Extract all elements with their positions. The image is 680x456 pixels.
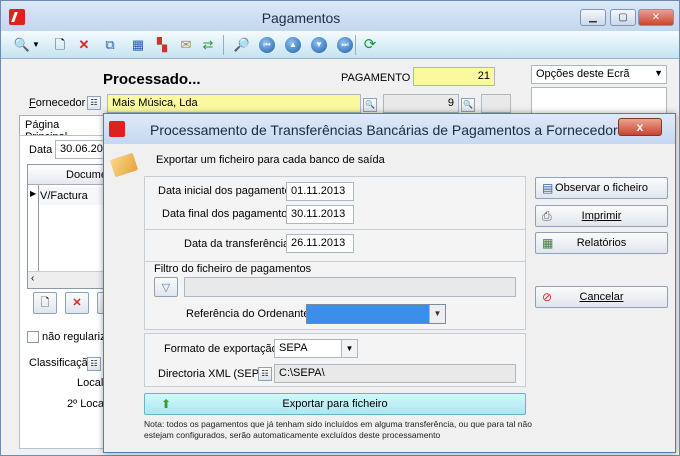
formato-label: Formato de exportação: [164, 343, 278, 355]
next-icon[interactable]: ▼: [311, 37, 327, 53]
dropdown-icon[interactable]: ▼: [31, 36, 41, 54]
add-row-button[interactable]: 🗋: [33, 292, 57, 314]
first-icon[interactable]: ⏮: [259, 37, 275, 53]
fornecedor-search-icon[interactable]: 🔍: [363, 98, 377, 112]
search-icon[interactable]: 🔍: [13, 36, 31, 54]
delete-row-button[interactable]: ✕: [65, 292, 89, 314]
data-label: Data: [29, 144, 53, 156]
dialog-intro: Exportar um ficheiro para cada banco de …: [156, 154, 385, 166]
tab-pagina-principal[interactable]: Página Principal: [19, 115, 109, 143]
maximize-button[interactable]: ▢: [610, 9, 636, 26]
grid-header: Documen: [28, 165, 113, 185]
view-file-icon: ▤: [542, 181, 554, 195]
cancelar-label: Cancelar: [579, 291, 624, 303]
data-inicial-label: Data inicial dos pagamentos: [158, 185, 297, 197]
relatorios-label: Relatórios: [576, 237, 627, 249]
directoria-label: Directoria XML (SEPA): [158, 368, 270, 380]
title-bar: Pagamentos ▁ ▢ ✕: [1, 1, 679, 31]
fornecedor-label: Fornecedor: [29, 97, 86, 109]
extra-number-field: 9: [383, 94, 459, 113]
dialog-title: Processamento de Transferências Bancária…: [150, 122, 633, 138]
documents-grid: Documen ▶ V/Factura ‹: [27, 164, 113, 289]
table-cell: V/Factura: [40, 190, 88, 202]
observar-ficheiro-button[interactable]: ▤ Observar o ficheiro: [535, 177, 668, 199]
window-title: Pagamentos: [261, 10, 341, 26]
table-row[interactable]: V/Factura: [38, 187, 104, 205]
dialog-title-bar: Processamento de Transferências Bancária…: [104, 114, 675, 144]
referencia-select[interactable]: ▼: [306, 304, 446, 324]
classificacao-label: Classificação: [29, 357, 94, 369]
extra-field-2: [481, 94, 511, 113]
toolbar-separator: [223, 35, 224, 55]
chevron-down-icon[interactable]: ▼: [341, 340, 357, 357]
last-icon[interactable]: ⏭: [337, 37, 353, 53]
horizontal-scrollbar[interactable]: ‹: [28, 271, 104, 288]
status-text: Processado...: [103, 71, 201, 88]
chevron-down-icon: ▼: [654, 68, 663, 78]
exportar-button[interactable]: ⬆ Exportar para ficheiro: [144, 393, 526, 415]
row-indicator-icon: ▶: [30, 189, 37, 198]
previous-icon[interactable]: ▲: [285, 37, 301, 53]
scroll-left-icon[interactable]: ‹: [31, 273, 34, 284]
fornecedor-field[interactable]: Mais Música, Lda: [107, 94, 361, 113]
tree-icon[interactable]: ▚: [153, 36, 171, 54]
chevron-down-icon[interactable]: ▼: [429, 305, 445, 323]
toolbar-separator: [355, 35, 356, 55]
divider: [145, 229, 525, 230]
data-transferencia-field[interactable]: 26.11.2013: [286, 234, 354, 253]
toolbar: 🔍 ▼ 🗋 ✕ ⧉ ▦ ▚ ✉ ⇄ 🔎 ⏮ ▲ ▼ ⏭ ⟳: [1, 31, 679, 59]
data-transferencia-label: Data da transferência: [184, 238, 290, 250]
cancel-icon: ⊘: [542, 290, 553, 304]
nao-regulariza-label: não regulariza: [42, 331, 112, 343]
nao-regulariza-checkbox[interactable]: [27, 331, 39, 343]
local-label: Local: [77, 377, 104, 389]
filter-icon[interactable]: ▽: [154, 277, 178, 297]
dialog-close-button[interactable]: x: [618, 118, 662, 136]
copy-icon[interactable]: ⧉: [101, 36, 119, 54]
imprimir-button[interactable]: ⎙ Imprimir: [535, 205, 668, 227]
opcoes-value: Opções deste Ecrã: [536, 68, 630, 80]
cancelar-button[interactable]: ⊘ Cancelar: [535, 286, 668, 308]
delete-icon[interactable]: ✕: [75, 36, 93, 54]
opcoes-select[interactable]: Opções deste Ecrã ▼: [531, 65, 667, 84]
dialog-note: Nota: todos os pagamentos que já tenham …: [144, 419, 532, 440]
directoria-browse-icon[interactable]: ☷: [258, 367, 272, 381]
export-folder-icon: [109, 152, 139, 178]
preview-icon[interactable]: 🔎: [233, 36, 251, 54]
local2-label: 2º Local: [67, 398, 107, 410]
referencia-label: Referência do Ordenante: [186, 308, 310, 320]
transfer-dialog: Processamento de Transferências Bancária…: [103, 113, 676, 453]
data-inicial-field[interactable]: 01.11.2013: [286, 182, 354, 201]
formato-select[interactable]: SEPA ▼: [274, 339, 358, 358]
reload-icon[interactable]: ⟳: [361, 36, 379, 54]
extra-search-icon[interactable]: 🔍: [461, 98, 475, 112]
data-final-label: Data final dos pagamentos: [162, 208, 293, 220]
printer-icon: ⎙: [542, 209, 552, 223]
directoria-field[interactable]: C:\SEPA\: [274, 364, 516, 383]
exportar-label: Exportar para ficheiro: [282, 398, 388, 410]
app-logo-icon: [109, 121, 125, 137]
minimize-button[interactable]: ▁: [580, 9, 606, 26]
imprimir-label: Imprimir: [581, 210, 622, 222]
pagamento-number-field[interactable]: 21: [413, 67, 495, 86]
close-button[interactable]: ✕: [638, 9, 674, 26]
refresh-icon[interactable]: ⇄: [199, 36, 217, 54]
reports-icon: ▦: [542, 236, 554, 250]
classificacao-lookup-icon[interactable]: ☷: [87, 357, 101, 371]
fornecedor-lookup-icon[interactable]: ☷: [87, 96, 101, 110]
new-icon[interactable]: 🗋: [51, 36, 69, 54]
data-field[interactable]: 30.06.201: [55, 140, 105, 159]
filtro-field[interactable]: [184, 277, 516, 297]
pagamento-label: PAGAMENTO nº: [341, 72, 424, 84]
relatorios-button[interactable]: ▦ Relatórios: [535, 232, 668, 254]
data-final-field[interactable]: 30.11.2013: [286, 205, 354, 224]
grid-icon[interactable]: ▦: [129, 36, 147, 54]
email-icon[interactable]: ✉: [177, 36, 195, 54]
observar-label: Observar o ficheiro: [555, 182, 648, 194]
filtro-label: Filtro do ficheiro de pagamentos: [154, 263, 312, 275]
formato-value: SEPA: [279, 342, 308, 354]
export-icon: ⬆: [161, 397, 172, 411]
